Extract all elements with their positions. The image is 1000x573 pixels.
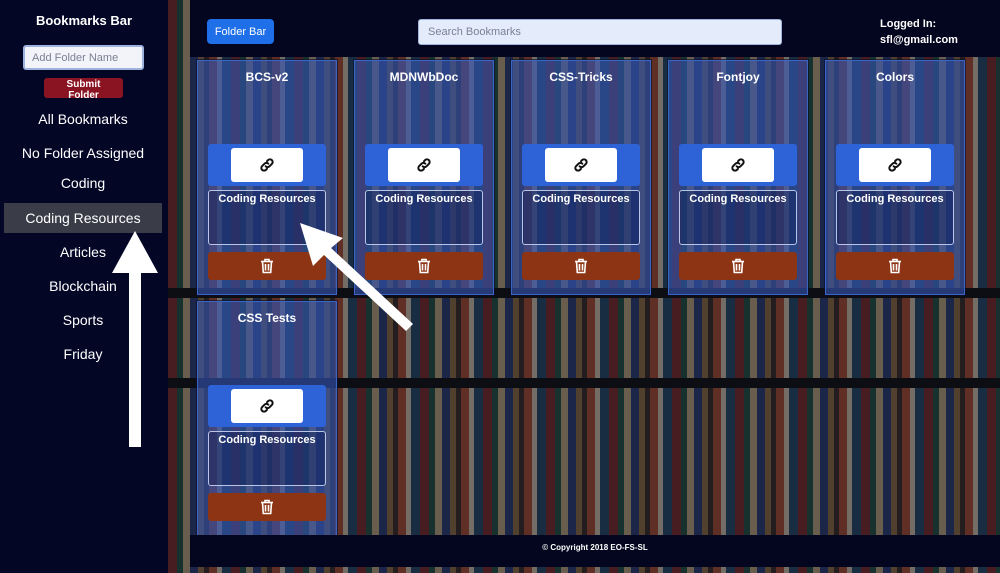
sidebar-item-all-bookmarks[interactable]: All Bookmarks bbox=[4, 104, 162, 134]
bookmark-title: Colors bbox=[875, 70, 914, 84]
folder-box: Coding Resources bbox=[522, 190, 640, 245]
search-input[interactable] bbox=[418, 19, 782, 45]
delete-bookmark-button[interactable] bbox=[836, 252, 954, 280]
trash-icon bbox=[418, 258, 430, 274]
trash-icon bbox=[575, 258, 587, 274]
delete-bookmark-button[interactable] bbox=[208, 493, 326, 521]
sidebar: Bookmarks Bar Submit Folder All Bookmark… bbox=[0, 0, 168, 573]
login-label: Logged In: bbox=[880, 18, 937, 30]
folder-box: Coding Resources bbox=[208, 431, 326, 486]
bookmark-card: Colors Coding Resources bbox=[825, 60, 965, 295]
folder-label: Coding Resources bbox=[218, 193, 316, 205]
bookmark-title: BCS-v2 bbox=[245, 70, 289, 84]
bookmark-card: CSS-Tricks Coding Resources bbox=[511, 60, 651, 295]
arrow-icon bbox=[112, 231, 158, 447]
submit-folder-button[interactable]: Submit Folder bbox=[44, 78, 123, 101]
login-email: sfl@gmail.com bbox=[880, 34, 958, 46]
open-link-button[interactable] bbox=[231, 148, 303, 182]
bookmark-card: CSS Tests Coding Resources bbox=[197, 301, 337, 536]
add-folder-input[interactable] bbox=[23, 45, 144, 70]
sidebar-item-coding-resources[interactable]: Coding Resources bbox=[4, 203, 162, 233]
bookmark-card: Fontjoy Coding Resources bbox=[668, 60, 808, 295]
folder-bar-button[interactable]: Folder Bar bbox=[207, 19, 274, 44]
delete-bookmark-button[interactable] bbox=[522, 252, 640, 280]
copyright-text: © Copyright 2018 EO-FS-SL bbox=[542, 543, 648, 552]
open-link-button[interactable] bbox=[231, 389, 303, 423]
sidebar-title: Bookmarks Bar bbox=[35, 13, 133, 28]
trash-icon bbox=[732, 258, 744, 274]
open-link-button[interactable] bbox=[859, 148, 931, 182]
open-link-button[interactable] bbox=[388, 148, 460, 182]
login-status: Logged In: sfl@gmail.com bbox=[880, 16, 958, 48]
folder-box: Coding Resources bbox=[679, 190, 797, 245]
bookmark-title: MDNWbDoc bbox=[389, 70, 459, 84]
link-icon bbox=[260, 158, 274, 172]
folder-label: Coding Resources bbox=[218, 434, 316, 446]
bookmark-title: CSS-Tricks bbox=[549, 70, 613, 84]
bookmark-title: Fontjoy bbox=[716, 70, 760, 84]
folder-label: Coding Resources bbox=[375, 193, 473, 205]
folder-label: Coding Resources bbox=[532, 193, 630, 205]
link-icon bbox=[574, 158, 588, 172]
folder-box: Coding Resources bbox=[836, 190, 954, 245]
open-link-button[interactable] bbox=[545, 148, 617, 182]
trash-icon bbox=[261, 499, 273, 515]
link-icon bbox=[731, 158, 745, 172]
link-icon bbox=[260, 399, 274, 413]
sidebar-item-no-folder-assigned[interactable]: No Folder Assigned bbox=[4, 138, 162, 168]
sidebar-item-coding[interactable]: Coding bbox=[4, 168, 162, 198]
folder-label: Coding Resources bbox=[846, 193, 944, 205]
link-icon bbox=[888, 158, 902, 172]
folder-label: Coding Resources bbox=[689, 193, 787, 205]
open-link-button[interactable] bbox=[702, 148, 774, 182]
link-icon bbox=[417, 158, 431, 172]
delete-bookmark-button[interactable] bbox=[679, 252, 797, 280]
arrow-icon bbox=[300, 223, 413, 331]
trash-icon bbox=[261, 258, 273, 274]
trash-icon bbox=[889, 258, 901, 274]
